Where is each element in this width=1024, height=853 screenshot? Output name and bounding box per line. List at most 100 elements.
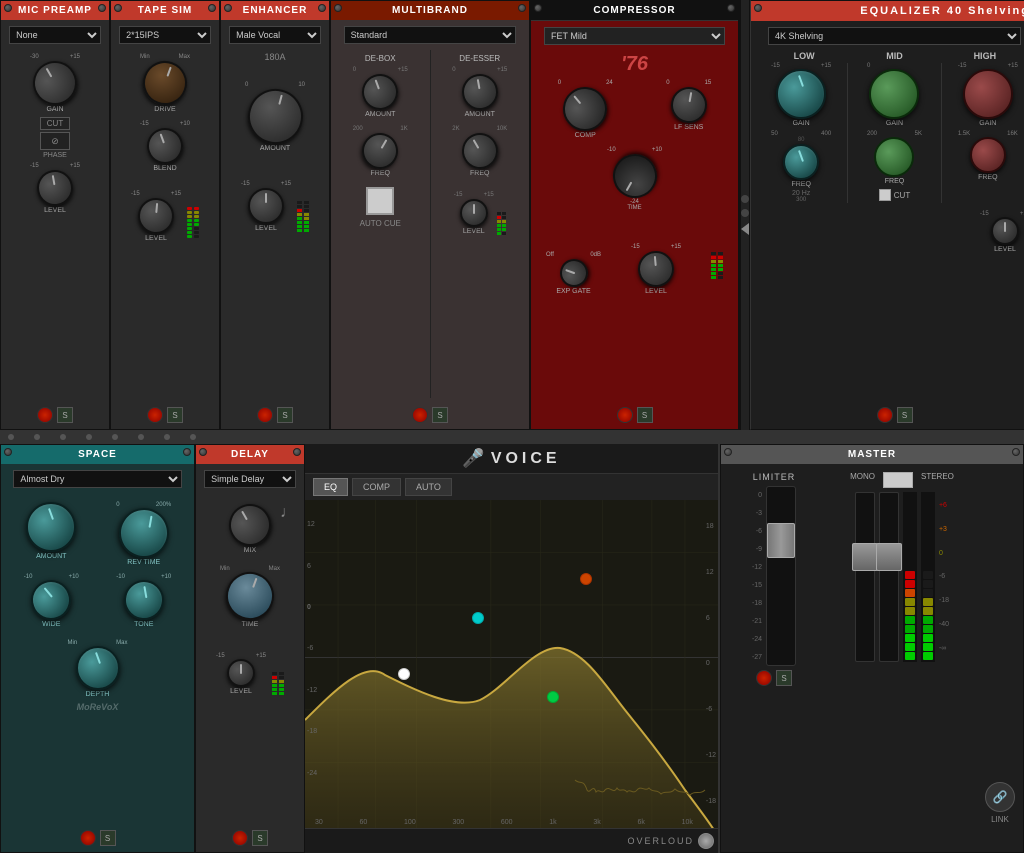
screw-tl xyxy=(199,448,207,456)
compressor-panel: COMPRESSOR FET Mild '76 0 24 COMP xyxy=(530,0,740,430)
auto-cue-button[interactable] xyxy=(366,187,394,215)
eq-dot-green[interactable] xyxy=(547,691,559,703)
delay-level-knob[interactable] xyxy=(227,659,255,687)
phase-button[interactable]: ⊘ xyxy=(40,132,70,150)
solo-button-master[interactable]: S xyxy=(776,670,792,686)
eq-mid-gain-label: GAIN xyxy=(886,120,903,127)
desser-freq-knob[interactable] xyxy=(455,126,504,175)
drive-knob[interactable] xyxy=(137,55,193,111)
wide-label: WIDE xyxy=(42,621,60,628)
debox-freq-knob[interactable] xyxy=(356,126,405,175)
tone-knob[interactable] xyxy=(121,577,167,623)
gain-min-label: -30 xyxy=(30,54,39,60)
space-select[interactable]: Almost Dry xyxy=(13,470,181,488)
lf-sens-knob[interactable] xyxy=(668,84,710,126)
depth-knob[interactable] xyxy=(76,646,120,690)
power-button-multibrand[interactable] xyxy=(412,407,428,423)
comp-level-knob[interactable] xyxy=(636,249,675,288)
tape-sim-title: TAPE SIM xyxy=(138,5,192,16)
fader-right-thumb[interactable] xyxy=(876,543,902,571)
delay-mix-label: MIX xyxy=(244,547,256,554)
debox-amount-knob[interactable] xyxy=(357,69,403,115)
limiter-fader[interactable] xyxy=(767,523,795,558)
solo-button-enhancer[interactable]: S xyxy=(277,407,293,423)
link-button[interactable]: 🔗 xyxy=(985,782,1015,812)
power-button-tape[interactable] xyxy=(147,407,163,423)
tape-sim-select[interactable]: 2*15IPS xyxy=(119,26,211,44)
time-knob[interactable] xyxy=(604,146,664,206)
eq-mid-gain-knob[interactable] xyxy=(869,69,919,119)
solo-button-eq[interactable]: S xyxy=(897,407,913,423)
level-label: LEVEL xyxy=(44,207,66,214)
solo-button-multibrand[interactable]: S xyxy=(432,407,448,423)
eq-high-label: HIGH xyxy=(940,51,1024,61)
conn-dot-6 xyxy=(138,434,144,440)
eq-high-gain-knob[interactable] xyxy=(963,69,1013,119)
power-button-eq[interactable] xyxy=(877,407,893,423)
cut-button[interactable]: CUT xyxy=(40,117,70,130)
solo-button-tape[interactable]: S xyxy=(167,407,183,423)
rev-time-knob[interactable] xyxy=(110,499,178,567)
cut-checkbox[interactable] xyxy=(879,189,891,201)
tape-sim-bottom: S xyxy=(111,404,219,426)
power-button-comp[interactable] xyxy=(617,407,633,423)
power-button-enhancer[interactable] xyxy=(257,407,273,423)
eq-low-freq-knob[interactable] xyxy=(783,144,819,180)
level-max-label: +15 xyxy=(70,163,80,169)
desser-freq-max: 10K xyxy=(497,126,508,132)
blend-knob[interactable] xyxy=(142,123,188,169)
screw-tr xyxy=(183,448,191,456)
fader-left-thumb[interactable] xyxy=(852,543,878,571)
eq-high-freq-knob[interactable] xyxy=(970,137,1006,173)
power-button-space[interactable] xyxy=(80,830,96,846)
eq-mid-freq-knob[interactable] xyxy=(874,137,914,177)
multibrand-select[interactable]: Standard xyxy=(344,26,517,44)
eq-low-gain-knob[interactable] xyxy=(776,69,826,119)
mono-label: MONO xyxy=(850,472,875,488)
voice-title: VOICE xyxy=(491,450,561,468)
compressor-select[interactable]: FET Mild xyxy=(544,27,725,45)
conn-dot-1 xyxy=(8,434,14,440)
gain-knob[interactable] xyxy=(25,53,85,113)
solo-button-mic[interactable]: S xyxy=(57,407,73,423)
power-button-master[interactable] xyxy=(756,670,772,686)
power-button-mic[interactable] xyxy=(37,407,53,423)
solo-button-delay[interactable]: S xyxy=(252,830,268,846)
enhancer-select[interactable]: Male Vocal xyxy=(229,26,321,44)
tab-auto[interactable]: AUTO xyxy=(405,478,452,496)
enhancer-panel: ENHANCER Male Vocal 180A 0 10 AMOUNT xyxy=(220,0,330,430)
solo-button-comp[interactable]: S xyxy=(637,407,653,423)
mic-preamp-select[interactable]: None xyxy=(9,26,101,44)
tape-level-knob[interactable] xyxy=(136,196,175,235)
eq-level-knob[interactable] xyxy=(991,217,1019,245)
delay-select[interactable]: Simple Delay xyxy=(204,470,296,488)
multibrand-level-knob[interactable] xyxy=(460,199,488,227)
screw-tr xyxy=(208,4,216,12)
eq-dot-white[interactable] xyxy=(398,668,410,680)
comp-knob[interactable] xyxy=(554,78,616,140)
delay-mix-knob[interactable] xyxy=(221,496,278,553)
power-button-delay[interactable] xyxy=(232,830,248,846)
delay-time-knob[interactable] xyxy=(219,565,281,627)
tape-sim-panel: TAPE SIM 2*15IPS Min Max DRIVE -15 xyxy=(110,0,220,430)
exp-gate-knob[interactable] xyxy=(556,255,592,291)
solo-button-space[interactable]: S xyxy=(100,830,116,846)
tab-eq[interactable]: EQ xyxy=(313,478,348,496)
delay-level-label: LEVEL xyxy=(230,688,252,695)
equalizer-bottom: S xyxy=(751,404,1024,426)
enhancer-amount-knob[interactable] xyxy=(241,83,308,150)
eq-dot-cyan[interactable] xyxy=(472,612,484,624)
eq-dot-orange[interactable] xyxy=(580,573,592,585)
desser-amount-knob[interactable] xyxy=(459,71,501,113)
eq-level-label: LEVEL xyxy=(994,246,1016,253)
wide-knob[interactable] xyxy=(26,574,77,625)
amount-knob[interactable] xyxy=(26,502,76,552)
level-knob[interactable] xyxy=(34,167,76,209)
lf-sens-label: LF SENS xyxy=(674,124,703,131)
screw-tr xyxy=(293,448,301,456)
equalizer-select[interactable]: 4K Shelving xyxy=(768,27,1021,45)
tab-comp[interactable]: COMP xyxy=(352,478,401,496)
fader-right-track xyxy=(879,492,899,662)
eq-high-gain-label: GAIN xyxy=(979,120,996,127)
enhancer-level-knob[interactable] xyxy=(248,188,284,224)
